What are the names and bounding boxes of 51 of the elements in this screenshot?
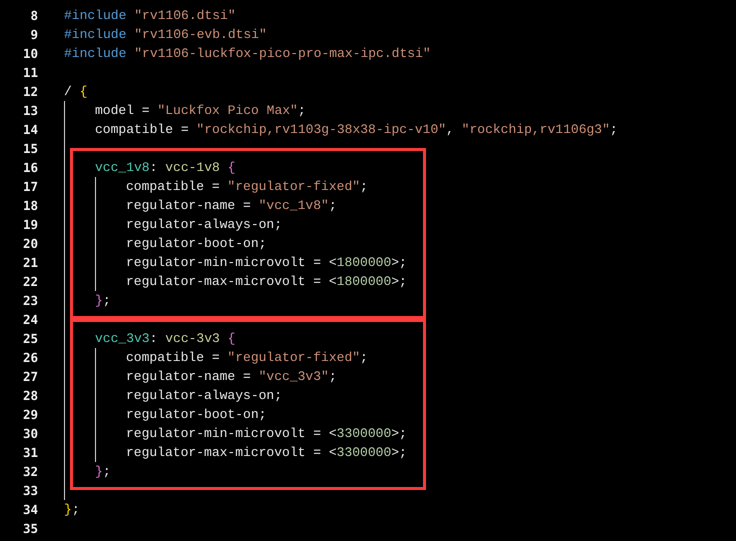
line-number: 12 bbox=[22, 83, 38, 101]
code-line: regulator-name = "vcc_3v3"; bbox=[126, 368, 337, 386]
line-number: 16 bbox=[22, 159, 38, 177]
code-line: }; bbox=[95, 463, 111, 481]
line-number: 13 bbox=[22, 102, 38, 120]
line-number: 26 bbox=[22, 349, 38, 367]
line-number: 34 bbox=[22, 501, 38, 519]
code-line: #include "rv1106-evb.dtsi" bbox=[64, 26, 267, 44]
line-number: 28 bbox=[22, 387, 38, 405]
line-number: 27 bbox=[22, 368, 38, 386]
line-number: 20 bbox=[22, 235, 38, 253]
line-number: 10 bbox=[22, 45, 38, 63]
line-number: 23 bbox=[22, 292, 38, 310]
code-line: compatible = "regulator-fixed"; bbox=[126, 178, 368, 196]
line-number: 29 bbox=[22, 406, 38, 424]
line-number: 18 bbox=[22, 197, 38, 215]
code-line: / { bbox=[64, 83, 88, 101]
line-number: 19 bbox=[22, 216, 38, 234]
line-number: 32 bbox=[22, 463, 38, 481]
code-line: regulator-max-microvolt = <1800000>; bbox=[126, 273, 407, 291]
code-line: regulator-boot-on; bbox=[126, 406, 266, 424]
line-number: 14 bbox=[22, 121, 38, 139]
code-line: regulator-min-microvolt = <1800000>; bbox=[126, 254, 407, 272]
code-line: regulator-boot-on; bbox=[126, 235, 266, 253]
code-line: regulator-always-on; bbox=[126, 216, 282, 234]
code-line: #include "rv1106-luckfox-pico-pro-max-ipc.dtsi" bbox=[64, 45, 431, 63]
code-line: regulator-name = "vcc_1v8"; bbox=[126, 197, 337, 215]
line-number: 25 bbox=[22, 330, 38, 348]
line-number: 35 bbox=[22, 520, 38, 538]
code-line: regulator-max-microvolt = <3300000>; bbox=[126, 444, 407, 462]
line-number: 21 bbox=[22, 254, 38, 272]
code-line: #include "rv1106.dtsi" bbox=[64, 7, 236, 25]
code-line: regulator-min-microvolt = <3300000>; bbox=[126, 425, 407, 443]
line-number: 30 bbox=[22, 425, 38, 443]
code-line: vcc_3v3: vcc-3v3 { bbox=[95, 330, 236, 348]
line-number: 15 bbox=[22, 140, 38, 158]
code-line: }; bbox=[64, 501, 80, 519]
line-number: 9 bbox=[29, 26, 38, 44]
line-number: 8 bbox=[29, 7, 38, 25]
code-line: }; bbox=[95, 292, 111, 310]
code-line: model = "Luckfox Pico Max"; bbox=[95, 102, 306, 120]
code-line: compatible = "rockchip,rv1103g-38x38-ipc-v10", "rockchip,rv1106g3"; bbox=[95, 121, 618, 139]
line-number: 24 bbox=[22, 311, 38, 329]
line-number: 31 bbox=[22, 444, 38, 462]
code-line: regulator-always-on; bbox=[126, 387, 282, 405]
line-number: 11 bbox=[22, 64, 38, 82]
code-line: compatible = "regulator-fixed"; bbox=[126, 349, 368, 367]
line-number: 33 bbox=[22, 482, 38, 500]
line-number: 22 bbox=[22, 273, 38, 291]
line-number: 17 bbox=[22, 178, 38, 196]
code-line: vcc_1v8: vcc-1v8 { bbox=[95, 159, 236, 177]
